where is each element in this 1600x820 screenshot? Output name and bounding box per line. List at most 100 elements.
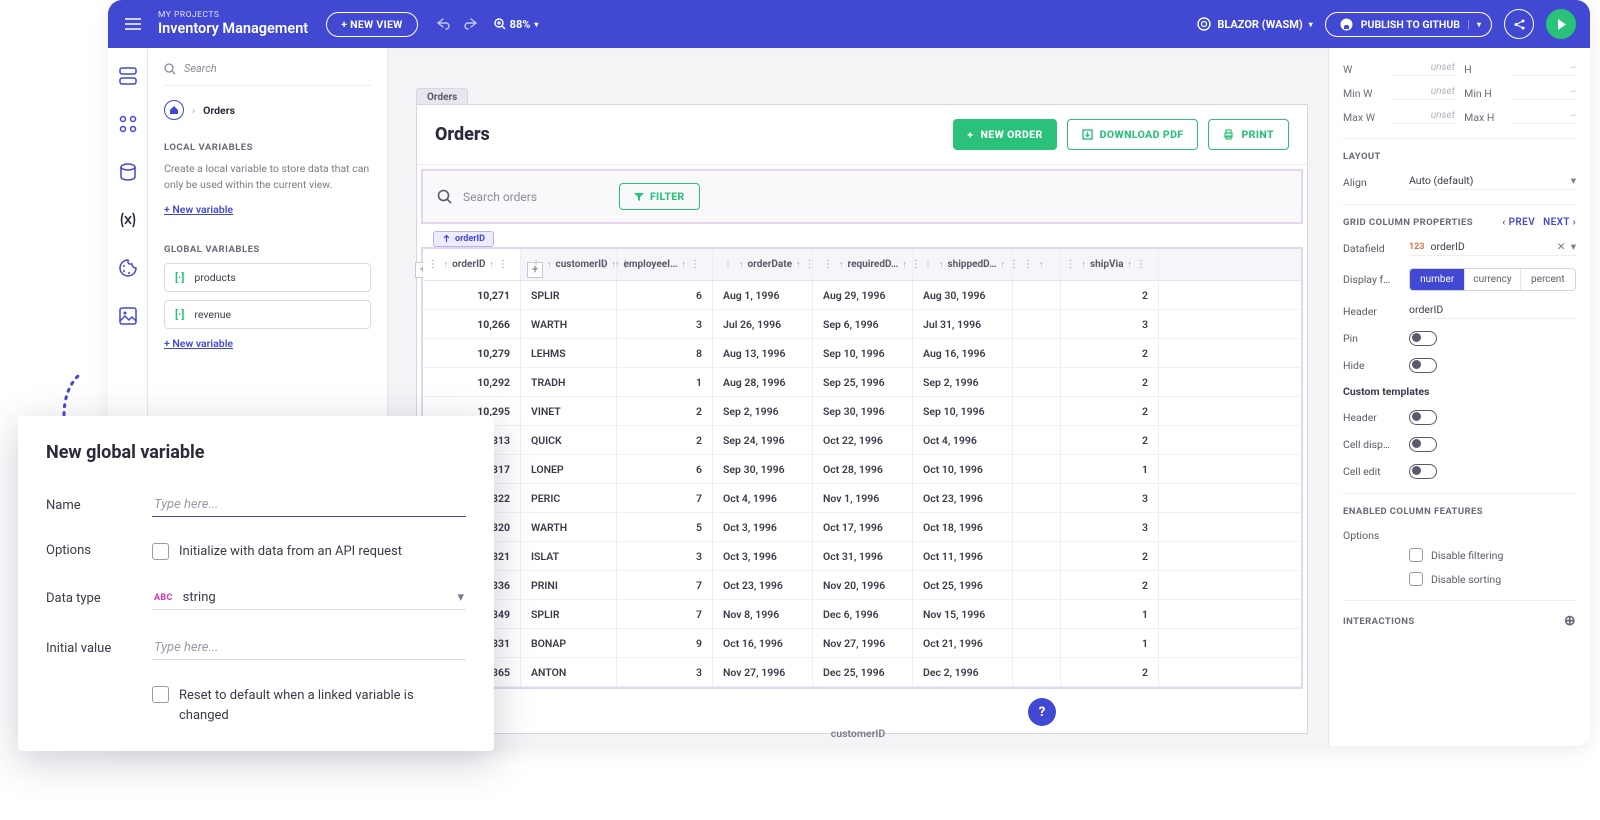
table-row[interactable]: 10,279LEHMS8Aug 13, 1996Sep 10, 1996Aug … [423,339,1301,368]
align-label: Align [1343,176,1409,189]
print-button[interactable]: PRINT [1208,119,1289,150]
view-toolbar: Search orders FILTER [421,169,1303,224]
column-header[interactable]: ⋮↑shippedD…↑⋮ [913,249,1013,280]
disable-filtering-label: Disable filtering [1431,549,1503,562]
new-view-button[interactable]: + NEW VIEW [326,12,417,37]
column-header[interactable]: ⋮↑requiredD…↑⋮ [813,249,913,280]
filter-icon [634,192,644,202]
cell-edit-toggle[interactable] [1409,464,1437,479]
chevron-right-icon: › [192,104,195,117]
table-row[interactable]: 10,349SPLIR7Nov 8, 1996Dec 6, 1996Nov 15… [423,600,1301,629]
table-row[interactable]: 10,331BONAP9Oct 16, 1996Nov 27, 1996Oct … [423,629,1301,658]
global-variable-item[interactable]: [·]revenue [164,300,371,329]
column-header[interactable]: ⋮↑employeeI…↑⋮ [617,249,713,280]
sidebar-search[interactable]: Search [164,62,371,86]
new-local-variable-link[interactable]: + New variable [164,203,371,216]
data-grid[interactable]: ⋮↑orderID↑⋮⋮↑customerID↑⋮⋮↑employeeI…↑⋮⋮… [421,247,1303,689]
height-input[interactable]: -- [1514,62,1576,76]
table-row[interactable]: 10,313QUICK2Sep 24, 1996Oct 22, 1996Oct … [423,426,1301,455]
new-global-variable-link[interactable]: + New variable [164,337,371,350]
cell-display-label: Cell disp… [1343,438,1409,451]
local-vars-desc: Create a local variable to store data th… [164,161,371,193]
next-col-button[interactable]: Next › [1543,217,1576,228]
hide-toggle[interactable] [1409,358,1437,373]
api-init-checkbox[interactable] [152,543,169,560]
table-row[interactable]: 10,336PRINI7Oct 23, 1996Nov 20, 1996Oct … [423,571,1301,600]
options-label: Options [46,543,152,558]
share-icon [1513,18,1526,31]
tmpl-header-toggle[interactable] [1409,410,1437,425]
column-header[interactable]: ⋮↑ [1013,249,1061,280]
home-icon[interactable] [164,100,184,120]
reset-default-label: Reset to default when a linked variable … [179,686,466,725]
prev-col-button[interactable]: ‹ Prev [1502,217,1535,228]
table-row[interactable]: 10,322PERIC7Oct 4, 1996Nov 1, 1996Oct 23… [423,484,1301,513]
share-button[interactable] [1504,9,1534,39]
search-orders-input[interactable]: Search orders [437,189,607,205]
redo-icon[interactable] [464,17,478,31]
table-row[interactable]: 10,292TRADH1Aug 28, 1996Sep 25, 1996Sep … [423,368,1301,397]
table-row[interactable]: 10,365ANTON3Nov 27, 1996Dec 25, 1996Dec … [423,658,1301,687]
help-button[interactable]: ? [1028,698,1056,726]
minh-input[interactable]: -- [1514,86,1576,100]
add-interaction-button[interactable]: ⊕ [1564,613,1576,629]
theme-icon[interactable] [118,258,138,278]
pin-toggle[interactable] [1409,331,1437,346]
maxh-input[interactable]: -- [1514,110,1576,124]
column-header[interactable]: ⋮↑orderID↑⋮ [423,249,521,280]
datafield-dropdown[interactable]: 123orderID✕ ▾ [1409,240,1576,256]
filter-button[interactable]: FILTER [619,183,700,210]
table-row[interactable]: 10,271SPLIR6Aug 1, 1996Aug 29, 1996Aug 3… [423,281,1301,310]
design-canvas[interactable]: Orders Orders +NEW ORDER DOWNLOAD PDF PR… [388,48,1328,746]
minw-input[interactable]: unset [1393,86,1455,100]
reset-default-checkbox[interactable] [152,686,169,703]
publish-button[interactable]: PUBLISH TO GITHUB ▾ [1325,12,1492,37]
selected-column-chip[interactable]: orderID [433,231,494,247]
table-row[interactable]: 10,295VINET2Sep 2, 1996Sep 30, 1996Sep 1… [423,397,1301,426]
initial-value-input[interactable] [152,636,466,660]
components-icon[interactable] [118,114,138,134]
datafield-label: Datafield [1343,242,1409,255]
table-row[interactable]: 10,317LONEP6Sep 30, 1996Oct 28, 1996Oct … [423,455,1301,484]
framework-dropdown[interactable]: BLAZOR (WASM) ▾ [1197,17,1312,31]
run-button[interactable] [1546,9,1576,39]
name-label: Name [46,498,152,513]
disable-sorting-checkbox[interactable] [1409,572,1423,586]
undo-icon[interactable] [436,17,450,31]
enabled-features-title: ENABLED COLUMN FEATURES [1343,506,1576,517]
table-row[interactable]: 10,320WARTH5Oct 3, 1996Oct 17, 1996Oct 1… [423,513,1301,542]
views-icon[interactable] [118,66,138,86]
assets-icon[interactable] [118,306,138,326]
string-type-icon: ABC [154,593,173,603]
column-header[interactable]: ⋮↑shipVia↑⋮ [1061,249,1159,280]
width-input[interactable]: unset [1393,62,1455,76]
disable-filtering-checkbox[interactable] [1409,548,1423,562]
download-icon [1082,129,1093,140]
download-pdf-button[interactable]: DOWNLOAD PDF [1067,119,1199,150]
align-dropdown[interactable]: Auto (default)▾ [1409,174,1576,190]
new-order-button[interactable]: +NEW ORDER [953,119,1056,150]
format-segment[interactable]: number currency percent [1409,268,1576,291]
pin-label: Pin [1343,332,1409,345]
history-controls: 88% ▾ [436,17,539,31]
zoom-control[interactable]: 88% ▾ [494,18,539,31]
properties-panel: Wunset H-- Min Wunset Min H-- Max Wunset… [1328,48,1590,746]
variable-name-input[interactable] [152,493,466,517]
hide-label: Hide [1343,359,1409,372]
layout-section-title: LAYOUT [1343,151,1576,162]
column-header[interactable]: ⋮↑orderDate↑⋮ [713,249,813,280]
header-input[interactable]: orderID [1409,303,1576,319]
grid-col-title: GRID COLUMN PROPERTIES [1343,217,1473,228]
datatype-dropdown[interactable]: ABC string ▾ [152,586,466,610]
menu-icon[interactable] [122,13,144,35]
global-variable-item[interactable]: [·]products [164,263,371,292]
modal-title: New global variable [46,442,466,463]
data-icon[interactable] [118,162,138,182]
table-row[interactable]: 10,321ISLAT3Oct 3, 1996Oct 31, 1996Oct 1… [423,542,1301,571]
height-label: H [1464,63,1506,76]
cell-display-toggle[interactable] [1409,437,1437,452]
variables-icon[interactable] [118,210,138,230]
table-row[interactable]: 10,266WARTH3Jul 26, 1996Sep 6, 1996Jul 3… [423,310,1301,339]
tmpl-header-label: Header [1343,411,1409,424]
maxw-input[interactable]: unset [1393,110,1455,124]
